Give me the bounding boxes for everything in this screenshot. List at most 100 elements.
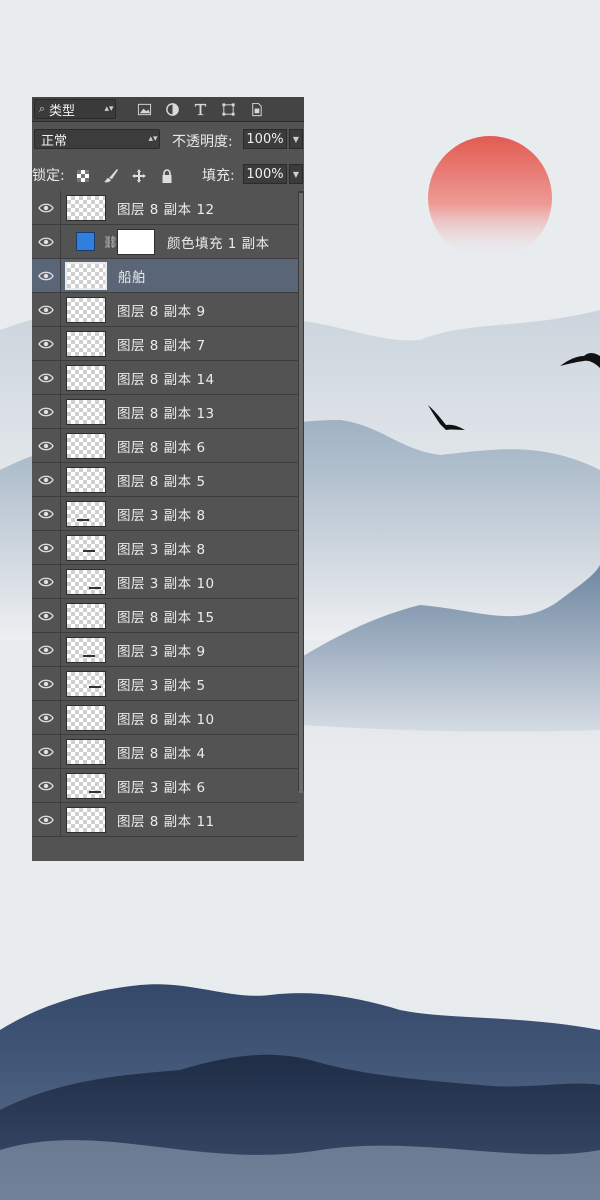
layer-name[interactable]: 图层 3 副本 6 (117, 776, 206, 796)
smart-object-filter-icon[interactable] (248, 101, 264, 117)
type-filter-icon[interactable] (192, 101, 208, 117)
layer-row[interactable]: 图层 8 副本 11 (32, 803, 298, 837)
layer-thumbnail[interactable] (66, 364, 106, 391)
layer-name[interactable]: 图层 8 副本 6 (117, 436, 206, 456)
layer-row[interactable]: 图层 3 副本 6 (32, 769, 298, 803)
layer-thumbnail[interactable] (66, 602, 106, 629)
layer-row[interactable]: 图层 8 副本 13 (32, 395, 298, 429)
layer-name[interactable]: 图层 8 副本 7 (117, 334, 206, 354)
layer-thumbnail[interactable] (66, 398, 106, 425)
layer-thumbnail[interactable] (66, 636, 106, 663)
layer-row[interactable]: 图层 3 副本 5 (32, 667, 298, 701)
layer-name[interactable]: 图层 8 副本 14 (117, 368, 215, 388)
layer-row[interactable]: 图层 8 副本 9 (32, 293, 298, 327)
opacity-field[interactable]: 100% (243, 129, 287, 149)
visibility-eye-icon[interactable] (32, 769, 61, 802)
blend-mode-select[interactable]: 正常 ▴▾ (34, 129, 160, 149)
layer-name[interactable]: 图层 8 副本 11 (117, 810, 215, 830)
layer-name[interactable]: 图层 8 副本 4 (117, 742, 206, 762)
mask-link-icon[interactable]: ⛓ (103, 235, 118, 249)
layer-name[interactable]: 图层 3 副本 8 (117, 504, 206, 524)
lock-position-icon[interactable] (130, 167, 148, 185)
visibility-eye-icon[interactable] (32, 565, 61, 598)
layer-row[interactable]: 图层 8 副本 6 (32, 429, 298, 463)
layer-row[interactable]: 图层 3 副本 9 (32, 633, 298, 667)
visibility-eye-icon[interactable] (32, 463, 61, 496)
visibility-eye-icon[interactable] (32, 531, 61, 564)
layer-name[interactable]: 图层 8 副本 15 (117, 606, 215, 626)
visibility-eye-icon[interactable] (32, 259, 61, 292)
layer-row[interactable]: 图层 3 副本 8 (32, 497, 298, 531)
layer-thumbnail[interactable] (66, 534, 106, 561)
lock-fill-row: 锁定: 填充: 100% ▼ (32, 161, 304, 191)
visibility-eye-icon[interactable] (32, 327, 61, 360)
visibility-eye-icon[interactable] (32, 633, 61, 666)
layer-name[interactable]: 图层 3 副本 10 (117, 572, 215, 592)
thumbnail-content (89, 586, 101, 589)
fill-field[interactable]: 100% (243, 164, 287, 184)
image-filter-icon[interactable] (136, 101, 152, 117)
layer-row[interactable]: 图层 8 副本 5 (32, 463, 298, 497)
visibility-eye-icon[interactable] (32, 429, 61, 462)
layer-thumbnail[interactable] (66, 466, 106, 493)
visibility-eye-icon[interactable] (32, 191, 61, 224)
layer-row[interactable]: 图层 8 副本 12 (32, 191, 298, 225)
thumbnail-content (89, 685, 101, 688)
layer-name[interactable]: 图层 8 副本 5 (117, 470, 206, 490)
visibility-eye-icon[interactable] (32, 667, 61, 700)
layer-row[interactable]: 图层 8 副本 14 (32, 361, 298, 395)
layer-name[interactable]: 图层 3 副本 5 (117, 674, 206, 694)
red-sun (428, 136, 552, 260)
layer-thumbnail[interactable] (66, 670, 106, 697)
lock-transparent-icon[interactable] (74, 167, 92, 185)
layer-thumbnail[interactable] (66, 194, 106, 221)
layer-thumbnail[interactable] (66, 296, 106, 323)
layer-name[interactable]: 图层 8 副本 10 (117, 708, 215, 728)
thumbnail-content (89, 790, 101, 793)
fill-dropdown-arrow-icon[interactable]: ▼ (289, 164, 303, 184)
visibility-eye-icon[interactable] (32, 361, 61, 394)
visibility-eye-icon[interactable] (32, 293, 61, 326)
fill-color-swatch[interactable] (76, 232, 95, 251)
layer-row[interactable]: 图层 3 副本 10 (32, 565, 298, 599)
opacity-dropdown-arrow-icon[interactable]: ▼ (289, 129, 303, 149)
layer-thumbnail[interactable] (66, 772, 106, 799)
updown-chevron-icon: ▴▾ (148, 134, 158, 144)
visibility-eye-icon[interactable] (32, 599, 61, 632)
layer-thumbnail[interactable] (66, 330, 106, 357)
layer-thumbnail[interactable] (66, 568, 106, 595)
adjustment-filter-icon[interactable] (164, 101, 180, 117)
layer-thumbnail[interactable] (66, 500, 106, 527)
layer-row[interactable]: ⛓ 颜色填充 1 副本 (32, 225, 298, 259)
layer-name[interactable]: 颜色填充 1 副本 (167, 232, 270, 252)
layer-row[interactable]: 图层 8 副本 4 (32, 735, 298, 769)
layer-mask-thumbnail[interactable] (117, 228, 155, 255)
layer-name[interactable]: 图层 8 副本 12 (117, 198, 215, 218)
layer-thumbnail[interactable] (66, 738, 106, 765)
lock-pixels-icon[interactable] (102, 167, 120, 185)
visibility-eye-icon[interactable] (32, 395, 61, 428)
layer-thumbnail[interactable] (66, 432, 106, 459)
visibility-eye-icon[interactable] (32, 225, 61, 258)
visibility-eye-icon[interactable] (32, 497, 61, 530)
visibility-eye-icon[interactable] (32, 701, 61, 734)
layer-thumbnail[interactable] (66, 806, 106, 833)
layer-thumbnail[interactable] (66, 704, 106, 731)
layer-name[interactable]: 图层 3 副本 9 (117, 640, 206, 660)
layer-kind-filter[interactable]: ⌕ 类型 ▴▾ (34, 99, 116, 119)
layer-row[interactable]: 图层 3 副本 8 (32, 531, 298, 565)
visibility-eye-icon[interactable] (32, 803, 61, 836)
lock-all-icon[interactable] (158, 167, 176, 185)
layer-name[interactable]: 图层 3 副本 8 (117, 538, 206, 558)
layer-name[interactable]: 图层 8 副本 13 (117, 402, 215, 422)
scrollbar-thumb[interactable] (299, 193, 303, 793)
layer-name[interactable]: 船舶 (118, 266, 146, 286)
layer-row[interactable]: 图层 8 副本 15 (32, 599, 298, 633)
layer-row[interactable]: 图层 8 副本 10 (32, 701, 298, 735)
layer-row[interactable]: 船舶 (32, 259, 298, 293)
layer-name[interactable]: 图层 8 副本 9 (117, 300, 206, 320)
visibility-eye-icon[interactable] (32, 735, 61, 768)
layer-thumbnail[interactable] (65, 261, 107, 290)
shape-filter-icon[interactable] (220, 101, 236, 117)
layer-row[interactable]: 图层 8 副本 7 (32, 327, 298, 361)
